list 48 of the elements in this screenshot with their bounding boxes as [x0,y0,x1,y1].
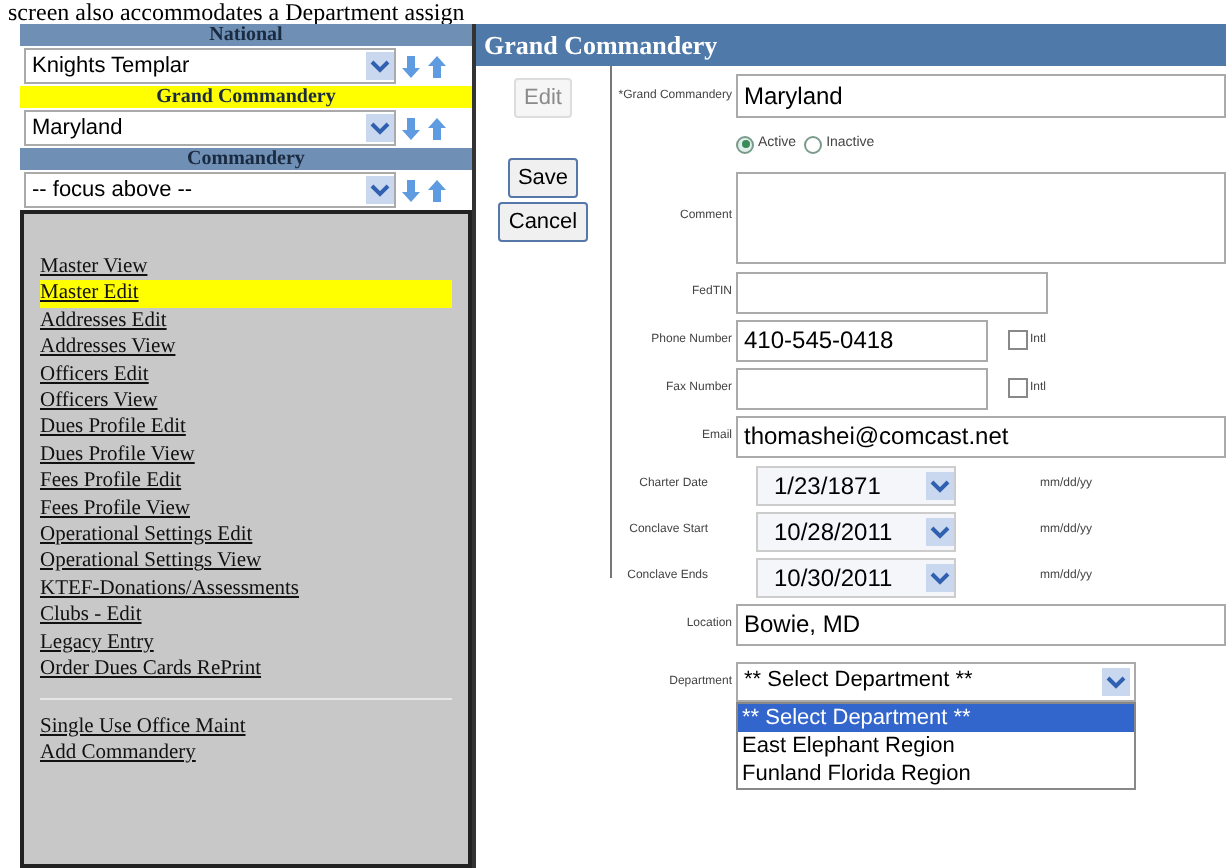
text-field[interactable]: Bowie, MD [736,603,1226,645]
name-field[interactable]: Maryland [736,74,1226,118]
menu-link[interactable]: Operational Settings Edit [40,522,452,549]
date-field[interactable]: 10/30/2011 [756,557,956,597]
menu-link[interactable]: Single Use Office Maint [40,713,246,740]
section-heading: National [20,24,472,46]
department-select[interactable]: ** Select Department ** [736,661,1136,701]
select-field[interactable]: Maryland [24,110,396,146]
dropdown-option[interactable]: ** Select Department ** [738,703,1134,731]
text-field[interactable]: thomashei@comcast.net [736,415,1226,457]
menu-link[interactable]: KTEF-Donations/Assessments [40,575,452,603]
menu-link[interactable]: Addresses View [40,334,452,362]
menu-link[interactable]: Order Dues Cards RePrint [40,656,452,683]
up-arrow-icon[interactable] [426,177,448,203]
panel-title: Grand Commandery [476,24,1226,66]
menu-link[interactable]: Dues Profile View [40,441,452,469]
down-arrow-icon[interactable] [400,177,422,203]
select-field[interactable]: -- focus above -- [24,172,396,208]
down-arrow-icon[interactable] [400,53,422,79]
action-button[interactable]: Cancel [498,202,588,242]
text-field[interactable] [736,271,1048,313]
up-arrow-icon[interactable] [426,115,448,141]
down-arrow-icon[interactable] [400,115,422,141]
select-field[interactable]: Knights Templar [24,48,396,84]
caption-text: screen also accommodates a Department assign [6,0,465,24]
up-arrow-icon[interactable] [426,53,448,79]
menu-link[interactable]: Operational Settings View [40,548,452,576]
menu-link[interactable]: Addresses Edit [40,307,452,335]
menu-link[interactable]: Add Commandery [40,739,196,767]
dropdown-option[interactable]: East Elephant Region [738,731,1134,759]
action-button[interactable]: Save [507,158,579,198]
menu-link[interactable]: Officers View [40,388,452,415]
comment-field[interactable] [736,171,1226,263]
menu-link[interactable]: Fees Profile Edit [40,468,452,496]
menu-link[interactable]: Fees Profile View [40,495,452,523]
menu-link[interactable]: Legacy Entry [40,629,452,657]
menu-link[interactable]: Officers Edit [40,361,452,389]
section-heading: Grand Commandery [20,86,472,108]
text-field[interactable]: 410-545-0418 [736,319,988,361]
dropdown-option[interactable]: Funland Florida Region [738,759,1134,787]
menu-link[interactable]: Master View [40,254,452,281]
menu-link[interactable]: Master Edit [40,280,452,308]
section-heading: Commandery [20,148,472,170]
text-field[interactable] [736,367,988,409]
menu-link[interactable]: Dues Profile Edit [40,414,452,442]
date-field[interactable]: 10/28/2011 [756,511,956,551]
menu-link[interactable]: Clubs - Edit [40,602,452,630]
date-field[interactable]: 1/23/1871 [756,465,956,505]
